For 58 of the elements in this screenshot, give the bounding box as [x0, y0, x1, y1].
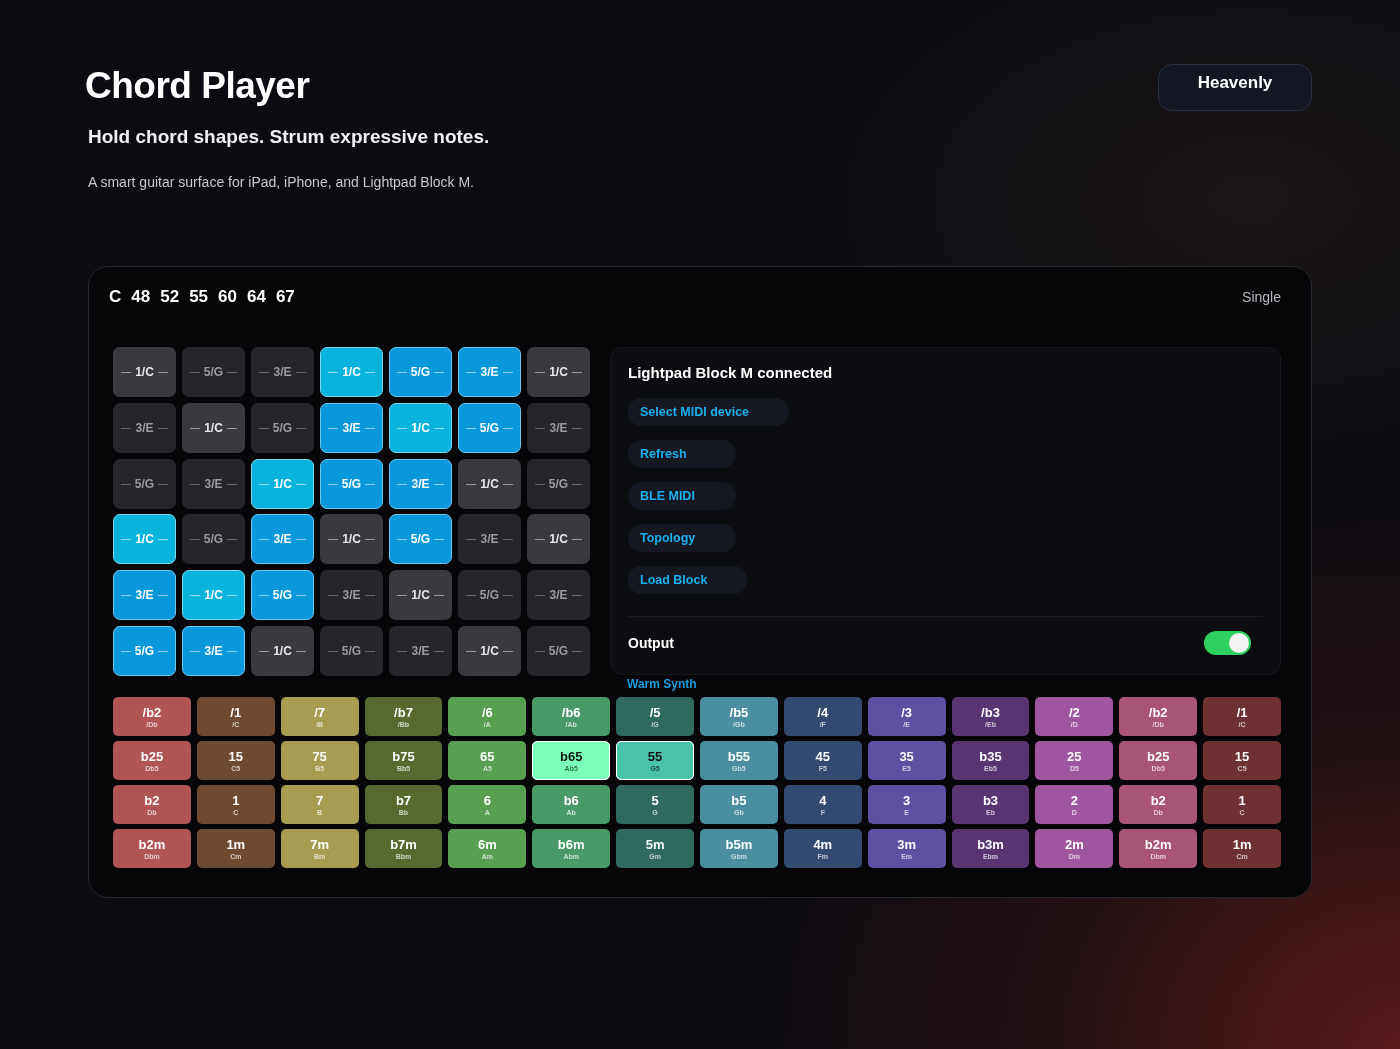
pad[interactable]: 5/G	[182, 347, 245, 397]
pad[interactable]: 3/E	[113, 402, 176, 453]
pad[interactable]: 5/G	[320, 626, 383, 676]
note-number: 48	[131, 287, 151, 307]
status-text: Lightpad Block M connected	[628, 364, 834, 381]
pad[interactable]: 5/G	[320, 458, 383, 509]
device-button[interactable]: Load Block	[628, 566, 748, 594]
pad[interactable]: 1/C	[527, 347, 590, 397]
pad[interactable]: 3/E	[389, 458, 452, 509]
pad[interactable]: 5/G	[527, 626, 590, 676]
pad[interactable]: 3/E	[182, 458, 245, 509]
pad[interactable]: 1/C	[389, 570, 452, 621]
device-button[interactable]: BLE MIDI	[628, 482, 736, 510]
pad[interactable]: 3/E	[389, 626, 452, 676]
output-toggle[interactable]	[1204, 631, 1251, 655]
pad[interactable]: 1/C	[527, 514, 590, 565]
pad[interactable]: 5/G	[113, 626, 176, 676]
app-title: Chord Player	[85, 64, 311, 108]
pad[interactable]: 3/E	[527, 402, 590, 453]
pad[interactable]: 1/C	[458, 626, 521, 676]
pad[interactable]: 5/G	[251, 402, 314, 453]
pad[interactable]: 3/E	[251, 514, 314, 565]
note-number: 64	[246, 287, 266, 307]
pad[interactable]: 5/G	[527, 458, 590, 509]
note-number: 52	[160, 287, 180, 307]
pad[interactable]: 1/C	[182, 402, 245, 453]
preset-button[interactable]: Heavenly	[1158, 64, 1312, 111]
pad[interactable]: 3/E	[320, 570, 383, 621]
pad[interactable]: 3/E	[113, 570, 176, 621]
device-button[interactable]: Topology	[628, 524, 736, 552]
pad[interactable]: 1/C	[458, 458, 521, 509]
pad[interactable]: 3/E	[182, 626, 245, 676]
pad[interactable]: 5/G	[182, 514, 245, 565]
note-number: 67	[275, 287, 295, 307]
note-number: 55	[189, 287, 209, 307]
pad[interactable]: 3/E	[527, 570, 590, 621]
pad[interactable]: 1/C	[251, 626, 314, 676]
output-label: Output	[628, 635, 674, 651]
pad[interactable]: 5/G	[458, 570, 521, 621]
subtitle: Hold chord shapes. Strum expressive notes.	[88, 126, 490, 148]
pad[interactable]: 5/G	[251, 570, 314, 621]
pad[interactable]: 5/G	[389, 514, 452, 565]
device-button[interactable]: Refresh	[628, 440, 736, 468]
root-note: C	[109, 287, 122, 307]
pad[interactable]: 5/G	[113, 458, 176, 509]
pad[interactable]: 3/E	[458, 514, 521, 565]
pad[interactable]: 5/G	[458, 402, 521, 453]
description: A smart guitar surface for iPad, iPhone, and Lightpad Block M.	[88, 174, 475, 190]
pad[interactable]: 3/E	[320, 402, 383, 453]
pad[interactable]: 1/C	[113, 347, 176, 397]
pad[interactable]: 1/C	[320, 514, 383, 565]
device-button[interactable]: Select MIDI device	[628, 398, 790, 426]
pad[interactable]: 5/G	[389, 347, 452, 397]
mode-label[interactable]: Single	[1242, 289, 1281, 305]
pad[interactable]: 3/E	[458, 347, 521, 397]
pad[interactable]: 3/E	[251, 347, 314, 397]
sound-link[interactable]: Warm Synth	[627, 678, 697, 691]
note-number: 60	[218, 287, 237, 307]
